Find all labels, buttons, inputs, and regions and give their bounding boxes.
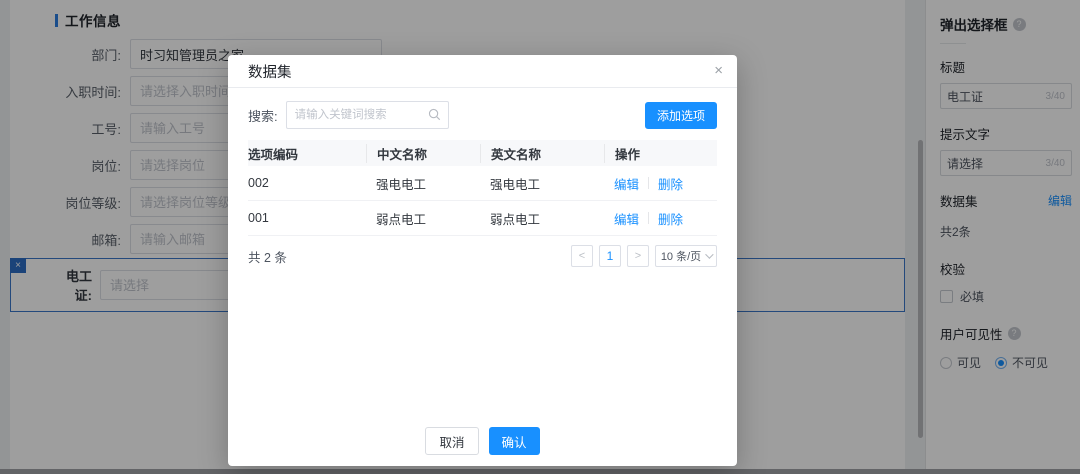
delete-link[interactable]: 删除 (658, 174, 683, 193)
cancel-button[interactable]: 取消 (425, 427, 479, 455)
search-input[interactable] (285, 101, 449, 129)
header-en-name: 英文名称 (480, 143, 604, 163)
header-cn-name: 中文名称 (366, 143, 480, 163)
modal-close-icon[interactable]: × (714, 62, 723, 79)
cell-actions: 编辑 删除 (604, 209, 717, 228)
options-table: 选项编码 中文名称 英文名称 操作 002 强电电工 强电电工 编辑 删除 00… (248, 140, 717, 236)
cell-actions: 编辑 删除 (604, 174, 717, 193)
confirm-button[interactable]: 确认 (488, 427, 540, 455)
page-size-value: 10 条/页 (660, 251, 702, 263)
modal-title: 数据集 (248, 64, 292, 81)
cell-cn-name: 弱点电工 (376, 212, 427, 227)
edit-link[interactable]: 编辑 (614, 174, 639, 193)
link-separator (648, 177, 650, 189)
table-row: 002 强电电工 强电电工 编辑 删除 (248, 166, 717, 201)
pagination: < 1 > 10 条/页 (571, 245, 717, 267)
modal-header: 数据集 × (228, 55, 737, 88)
add-option-button[interactable]: 添加选项 (644, 101, 717, 129)
modal-body: 搜索: 添加选项 选项编码 中文名称 英文名称 操作 (228, 88, 737, 267)
delete-link[interactable]: 删除 (658, 209, 683, 228)
table-footer: 共 2 条 < 1 > 10 条/页 (248, 245, 717, 267)
dataset-modal: 数据集 × 搜索: 添加选项 选项编码 中文名称 英文名称 (228, 55, 737, 466)
cell-en-name: 强电电工 (490, 177, 541, 192)
cell-option-code: 001 (248, 211, 269, 225)
total-count: 共 2 条 (248, 250, 287, 265)
prev-page-button[interactable]: < (571, 245, 593, 267)
edit-link[interactable]: 编辑 (614, 209, 639, 228)
search-icon (428, 108, 440, 121)
modal-footer: 取消 确认 (228, 427, 737, 455)
search-label: 搜索: (248, 108, 278, 124)
current-page-button[interactable]: 1 (599, 245, 621, 267)
header-actions: 操作 (604, 143, 717, 163)
table-header-row: 选项编码 中文名称 英文名称 操作 (248, 140, 717, 166)
link-separator (648, 212, 650, 224)
cell-en-name: 弱点电工 (490, 212, 541, 227)
chevron-down-icon (705, 250, 714, 259)
header-option-code: 选项编码 (248, 147, 299, 162)
page: 工作信息 部门: 入职时间: 工号: 岗位: 岗位等级: (0, 0, 1080, 474)
cell-cn-name: 强电电工 (376, 177, 427, 192)
search-box (285, 101, 449, 129)
next-page-button[interactable]: > (627, 245, 649, 267)
page-size-select[interactable]: 10 条/页 (655, 245, 717, 267)
cell-option-code: 002 (248, 176, 269, 190)
table-row: 001 弱点电工 弱点电工 编辑 删除 (248, 201, 717, 236)
search-row: 搜索: 添加选项 (248, 101, 717, 129)
window-bottom-edge (0, 469, 1080, 474)
